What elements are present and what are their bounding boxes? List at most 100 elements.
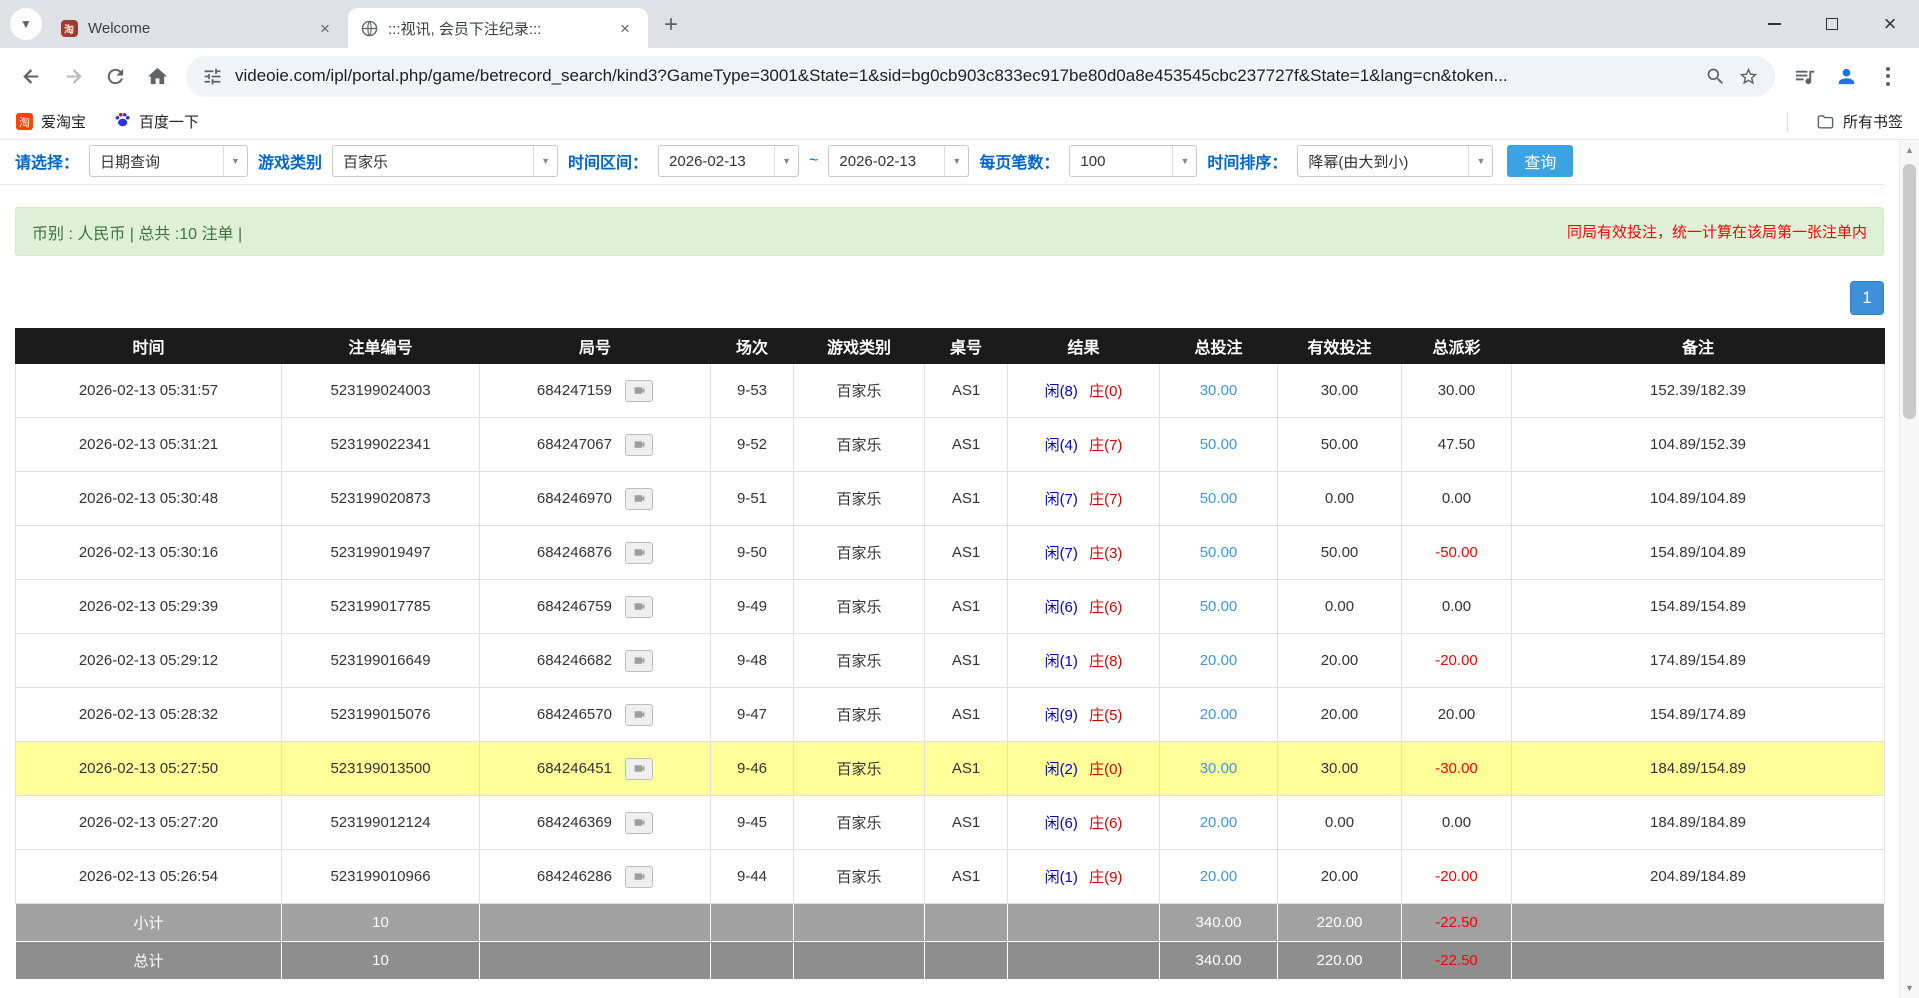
total-total-bet: 340.00 xyxy=(1160,942,1278,980)
page-size-input[interactable]: 100 ▼ xyxy=(1069,145,1197,177)
reload-icon xyxy=(104,65,127,88)
banker-result: 庄(0) xyxy=(1089,761,1122,778)
cell-round-number: 684246682 xyxy=(480,634,711,688)
cell-total-bet[interactable]: 50.00 xyxy=(1160,526,1278,580)
video-replay-button[interactable] xyxy=(625,380,653,402)
bookmark-star-icon[interactable] xyxy=(1738,66,1759,87)
vertical-scrollbar[interactable]: ▲ ▼ xyxy=(1899,140,1919,998)
maximize-button[interactable] xyxy=(1803,0,1861,48)
cell-round-number: 684246970 xyxy=(480,472,711,526)
media-controls-button[interactable] xyxy=(1785,57,1823,95)
column-header: 总派彩 xyxy=(1402,329,1512,364)
video-replay-button[interactable] xyxy=(625,434,653,456)
cell-time: 2026-02-13 05:26:54 xyxy=(16,850,282,904)
cell-table-number: AS1 xyxy=(925,472,1008,526)
column-header: 有效投注 xyxy=(1278,329,1402,364)
sort-order-label: 时间排序： xyxy=(1207,149,1287,173)
home-button[interactable] xyxy=(138,57,176,95)
all-bookmarks-button[interactable]: 所有书签 xyxy=(1816,111,1903,132)
video-replay-button[interactable] xyxy=(625,866,653,888)
scroll-up-icon[interactable]: ▲ xyxy=(1900,140,1919,160)
folder-icon xyxy=(1816,112,1835,131)
cell-table-number: AS1 xyxy=(925,796,1008,850)
scrollbar-thumb[interactable] xyxy=(1903,164,1916,419)
table-row: 2026-02-13 05:29:12 523199016649 6842466… xyxy=(16,634,1885,688)
bookmark-baidu[interactable]: 百度一下 xyxy=(114,111,199,132)
page-1-button[interactable]: 1 xyxy=(1850,281,1884,315)
browser-toolbar: videoie.com/ipl/portal.php/game/betrecor… xyxy=(0,48,1919,104)
bookmark-taobao[interactable]: 淘 爱淘宝 xyxy=(16,111,86,132)
close-icon[interactable]: × xyxy=(614,17,636,39)
query-type-select[interactable]: 日期查询 ▼ xyxy=(89,145,248,177)
cell-total-bet[interactable]: 30.00 xyxy=(1160,742,1278,796)
cell-session: 9-48 xyxy=(711,634,794,688)
minimize-button[interactable] xyxy=(1745,0,1803,48)
select-type-label: 请选择： xyxy=(15,149,79,173)
cell-session: 9-47 xyxy=(711,688,794,742)
range-separator: ~ xyxy=(809,152,818,170)
game-type-select[interactable]: 百家乐 ▼ xyxy=(332,145,558,177)
cell-total-bet[interactable]: 20.00 xyxy=(1160,796,1278,850)
cell-total-bet[interactable]: 50.00 xyxy=(1160,580,1278,634)
cell-bet-number: 523199022341 xyxy=(282,418,480,472)
new-tab-button[interactable]: + xyxy=(654,8,688,42)
cell-table-number: AS1 xyxy=(925,688,1008,742)
date-from-input[interactable]: 2026-02-13 ▼ xyxy=(658,145,799,177)
cell-valid-bet: 20.00 xyxy=(1278,634,1402,688)
summary-bar: 币别 : 人民币 | 总共 :10 注单 | 同局有效投注，统一计算在该局第一张… xyxy=(15,207,1884,256)
cell-round-number: 684246369 xyxy=(480,796,711,850)
video-icon xyxy=(632,708,647,721)
reload-button[interactable] xyxy=(96,57,134,95)
cell-total-bet[interactable]: 30.00 xyxy=(1160,364,1278,418)
sort-order-select[interactable]: 降幂(由大到小) ▼ xyxy=(1297,145,1493,177)
subtotal-payout: -22.50 xyxy=(1402,904,1512,942)
cell-bet-number: 523199012124 xyxy=(282,796,480,850)
cell-empty xyxy=(1512,904,1885,942)
back-button[interactable] xyxy=(12,57,50,95)
cell-valid-bet: 50.00 xyxy=(1278,526,1402,580)
window-controls: × xyxy=(1745,0,1919,48)
cell-total-bet[interactable]: 50.00 xyxy=(1160,418,1278,472)
cell-round-number: 684246286 xyxy=(480,850,711,904)
close-window-button[interactable]: × xyxy=(1861,0,1919,48)
column-header: 场次 xyxy=(711,329,794,364)
tab-search-button[interactable]: ▼ xyxy=(10,8,42,40)
close-icon[interactable]: × xyxy=(314,17,336,39)
table-row: 2026-02-13 05:30:48 523199020873 6842469… xyxy=(16,472,1885,526)
video-replay-button[interactable] xyxy=(625,596,653,618)
tab-bet-records[interactable]: :::视讯, 会员下注纪录::: × xyxy=(348,8,648,48)
cell-result: 闲(2) 庄(0) xyxy=(1008,742,1160,796)
video-replay-button[interactable] xyxy=(625,758,653,780)
cell-total-bet[interactable]: 50.00 xyxy=(1160,472,1278,526)
site-info-icon[interactable] xyxy=(202,66,223,87)
cell-time: 2026-02-13 05:30:48 xyxy=(16,472,282,526)
video-replay-button[interactable] xyxy=(625,542,653,564)
cell-total-bet[interactable]: 20.00 xyxy=(1160,688,1278,742)
address-bar[interactable]: videoie.com/ipl/portal.php/game/betrecor… xyxy=(186,56,1775,97)
cell-game-type: 百家乐 xyxy=(794,526,925,580)
search-button[interactable]: 查询 xyxy=(1507,145,1573,177)
cell-empty xyxy=(925,904,1008,942)
video-replay-button[interactable] xyxy=(625,812,653,834)
cell-total-bet[interactable]: 20.00 xyxy=(1160,850,1278,904)
currency-total-info: 币别 : 人民币 | 总共 :10 注单 | xyxy=(32,220,242,244)
filter-bar: 请选择： 日期查询 ▼ 游戏类别 百家乐 ▼ 时间区间： 2026-02-13 … xyxy=(0,140,1884,185)
baidu-paw-icon xyxy=(114,111,131,132)
cell-empty xyxy=(1512,942,1885,980)
video-replay-button[interactable] xyxy=(625,704,653,726)
tab-welcome[interactable]: 淘 Welcome × xyxy=(48,8,348,48)
cell-empty xyxy=(480,942,711,980)
cell-total-bet[interactable]: 20.00 xyxy=(1160,634,1278,688)
profile-avatar[interactable] xyxy=(1827,57,1865,95)
table-row: 2026-02-13 05:26:54 523199010966 6842462… xyxy=(16,850,1885,904)
cell-result: 闲(7) 庄(7) xyxy=(1008,472,1160,526)
zoom-icon[interactable] xyxy=(1705,66,1726,87)
cell-empty xyxy=(1008,904,1160,942)
forward-button[interactable] xyxy=(54,57,92,95)
video-replay-button[interactable] xyxy=(625,488,653,510)
video-replay-button[interactable] xyxy=(625,650,653,672)
date-to-input[interactable]: 2026-02-13 ▼ xyxy=(828,145,969,177)
cell-bet-number: 523199016649 xyxy=(282,634,480,688)
browser-menu-button[interactable] xyxy=(1869,57,1907,95)
scroll-down-icon[interactable]: ▼ xyxy=(1900,978,1919,998)
